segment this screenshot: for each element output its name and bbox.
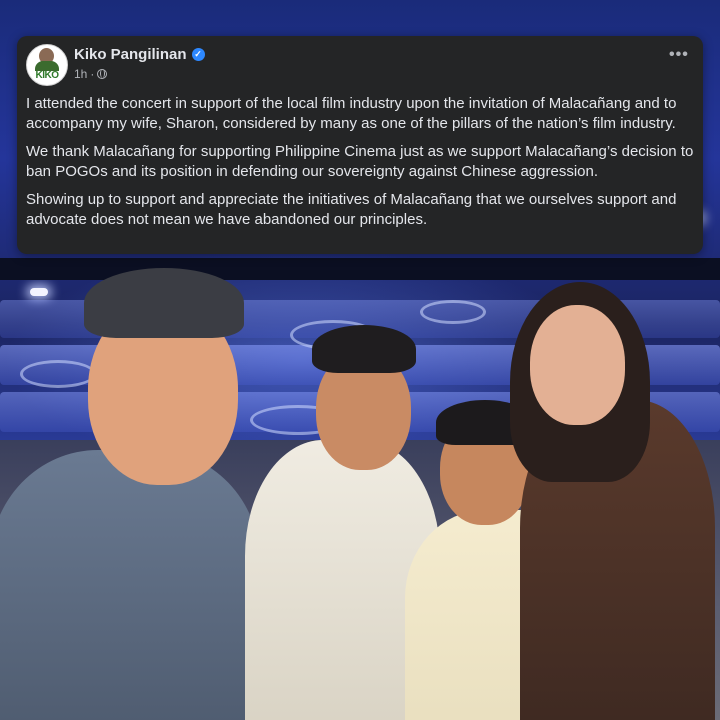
person-center-hair [312,325,416,373]
author-avatar[interactable]: KIKO [26,44,68,86]
post-body: I attended the concert in support of the… [26,94,698,238]
person-left-hair [84,268,244,338]
author-name[interactable]: Kiko Pangilinan [74,46,187,63]
verified-badge-icon: ✓ [191,48,205,61]
person-left-shirt [0,450,260,720]
post-timestamp[interactable]: 1h [74,67,87,81]
stage-light [30,288,48,296]
avatar-logo-text: KIKO [35,70,60,81]
stage-swirl [420,300,486,324]
stage-swirl [20,360,96,388]
post-paragraph: Showing up to support and appreciate the… [26,191,677,228]
post-paragraph: We thank Malacañang for supporting Phili… [26,143,694,180]
post-paragraph: I attended the concert in support of the… [26,95,677,132]
person-right-face [530,305,625,425]
globe-icon[interactable] [97,69,108,79]
post-card: KIKO Kiko Pangilinan ✓ 1h · ••• I attend… [17,36,703,254]
post-meta: 1h · [74,67,108,81]
author-header: Kiko Pangilinan ✓ [74,46,205,63]
more-options-icon[interactable]: ••• [669,47,691,64]
meta-separator: · [90,67,95,81]
